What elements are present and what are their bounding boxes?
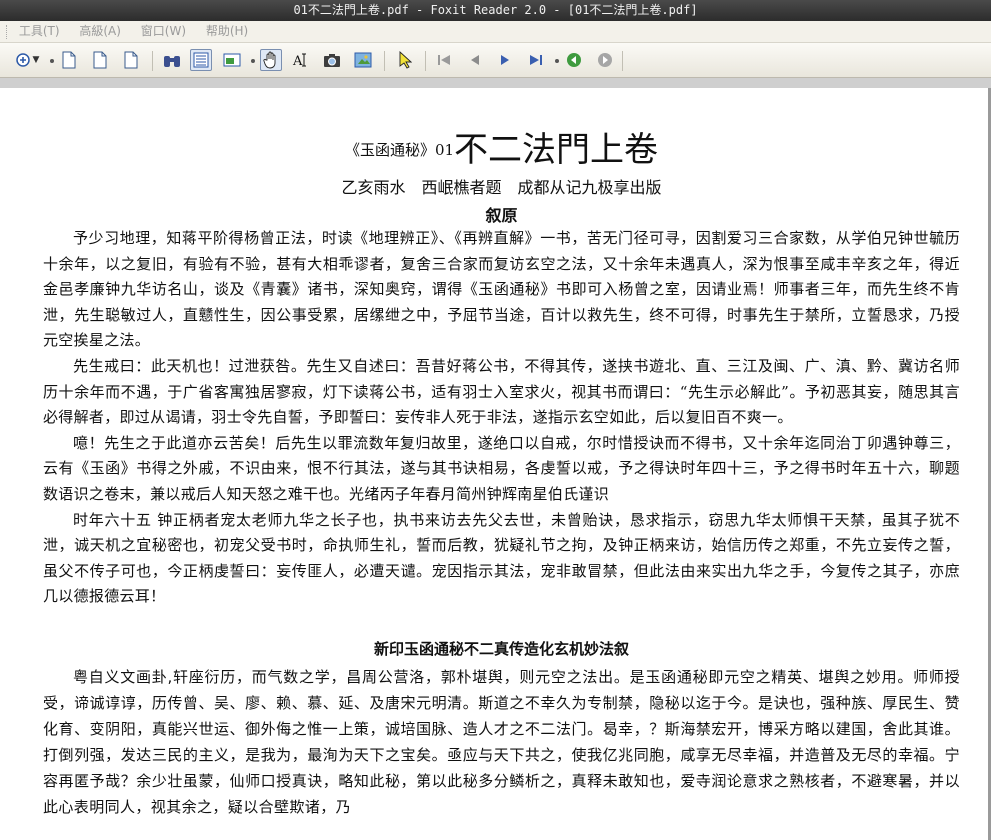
svg-text:A: A <box>292 54 303 69</box>
snapshot-icon[interactable] <box>321 49 343 71</box>
document-frame <box>0 78 991 88</box>
paragraph: 先生戒曰：此天机也！过泄获咎。先生又自述曰：吾昔好蒋公书，不得其传，遂挟书遊北、… <box>43 356 960 427</box>
new-page-icon[interactable] <box>58 49 80 71</box>
toolbar-separator <box>622 51 623 71</box>
menu-help[interactable]: 帮助(H) <box>206 21 248 42</box>
paragraph: 粤自义文画卦,轩座衍历，而气数之学，昌周公营洛，郭朴堪舆，则元空之法出。是玉函通… <box>43 667 960 816</box>
select-arrow-icon[interactable] <box>394 49 416 71</box>
paragraph: 噫！先生之于此道亦云苦矣！后先生以罪流数年复归故里，遂绝口以自戒，尔时惜授诀而不… <box>43 433 960 503</box>
first-page-icon[interactable] <box>433 49 455 71</box>
document-page[interactable]: 《玉函通秘》01不二法門上卷 乙亥雨水 西岷樵者题 成都从记九极享出版 叙原 予… <box>0 88 991 840</box>
bookmarks-icon[interactable] <box>190 49 212 71</box>
page-icon[interactable] <box>89 49 111 71</box>
next-page-icon[interactable] <box>494 49 516 71</box>
toolbar-separator <box>384 51 385 71</box>
hand-tool-icon[interactable] <box>260 49 282 71</box>
toolbar-separator <box>152 51 153 71</box>
go-back-icon[interactable] <box>563 49 585 71</box>
window-title: 01不二法門上卷.pdf - Foxit Reader 2.0 - [01不二法… <box>293 3 698 17</box>
menu-bar: 工具(T) 高級(A) 窗口(W) 帮助(H) <box>0 21 991 43</box>
window-title-bar: 01不二法門上卷.pdf - Foxit Reader 2.0 - [01不二法… <box>0 0 991 21</box>
section-heading: 叙原 <box>485 206 518 225</box>
menu-grip <box>6 24 9 39</box>
thumbnails-icon[interactable] <box>221 49 243 71</box>
toolbar-dot <box>555 59 559 63</box>
document-title: 《玉函通秘》01不二法門上卷 <box>43 128 960 172</box>
last-page-icon[interactable] <box>525 49 547 71</box>
section-heading-2: 新印玉函通秘不二真传造化玄机妙法叙 <box>373 639 629 658</box>
paragraph: 时年六十五 钟正柄者宠太老师九华之长子也，执书来访去先父去世，未曾贻诀，恳求指示… <box>43 510 960 606</box>
page-icon[interactable] <box>120 49 142 71</box>
menu-advanced[interactable]: 高級(A) <box>79 21 121 42</box>
menu-tools[interactable]: 工具(T) <box>19 21 60 42</box>
toolbar-dot <box>50 59 54 63</box>
title-prefix: 《玉函通秘》01 <box>344 141 455 159</box>
previous-page-icon[interactable] <box>464 49 486 71</box>
menu-window[interactable]: 窗口(W) <box>141 21 186 42</box>
title-main: 不二法門上卷 <box>454 130 659 170</box>
document-content: 《玉函通秘》01不二法門上卷 乙亥雨水 西岷樵者题 成都从记九极享出版 叙原 予… <box>43 88 960 820</box>
image-tool-icon[interactable] <box>352 49 374 71</box>
paragraph: 予少习地理，知蒋平阶得杨曾正法，时读《地理辨正》、《再辨直解》一书，苦无门径可寻… <box>43 229 960 350</box>
toolbar: ▼ A <box>0 43 991 78</box>
document-subtitle: 乙亥雨水 西岷樵者题 成都从记九极享出版 <box>341 178 662 197</box>
toolbar-dot <box>251 59 255 63</box>
go-forward-icon[interactable] <box>594 49 616 71</box>
toolbar-separator <box>425 51 426 71</box>
binoculars-icon[interactable] <box>161 49 183 71</box>
chevron-down-icon[interactable]: ▼ <box>30 49 42 71</box>
text-select-icon[interactable]: A <box>290 49 312 71</box>
